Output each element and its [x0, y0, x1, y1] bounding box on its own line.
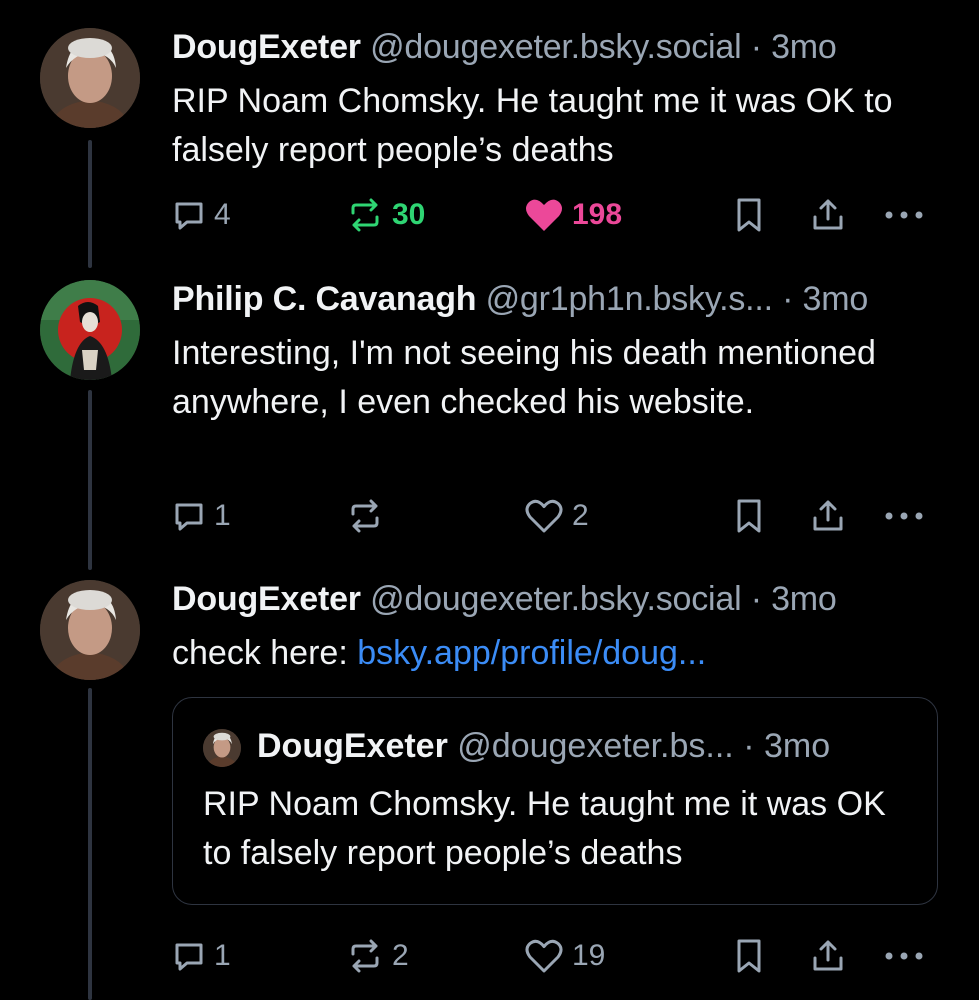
quoted-author-handle[interactable]: @dougexeter.bs...: [457, 727, 733, 765]
like-icon: [524, 938, 564, 974]
more-icon: [884, 210, 924, 220]
quoted-post-text: RIP Noam Chomsky. He taught me it was OK…: [203, 785, 886, 872]
author-name[interactable]: DougExeter: [172, 28, 361, 66]
action-bar: 4 30 198: [172, 195, 939, 235]
bookmark-button[interactable]: [734, 496, 764, 536]
like-icon: [524, 498, 564, 534]
more-icon: [884, 951, 924, 961]
reply-button[interactable]: 4: [172, 195, 231, 235]
repost-count: 30: [392, 198, 426, 231]
share-icon: [810, 938, 846, 974]
avatar[interactable]: [40, 280, 140, 380]
quoted-author-name[interactable]: DougExeter: [257, 727, 448, 765]
reply-count: 1: [214, 499, 231, 532]
author-name[interactable]: DougExeter: [172, 580, 361, 618]
post-text-prefix: check here:: [172, 634, 358, 672]
share-icon: [810, 197, 846, 233]
separator: ·: [750, 28, 762, 66]
like-count: 2: [572, 499, 589, 532]
author-handle[interactable]: @dougexeter.bsky.social: [370, 28, 742, 66]
more-icon: [884, 511, 924, 521]
bookmark-icon: [734, 498, 764, 534]
repost-icon: [346, 198, 384, 232]
quoted-avatar[interactable]: [203, 729, 241, 767]
like-button[interactable]: 198: [524, 195, 622, 235]
quoted-post[interactable]: DougExeter @dougexeter.bs... · 3mo RIP N…: [172, 697, 938, 905]
avatar[interactable]: [40, 28, 140, 128]
separator: ·: [750, 580, 762, 618]
reply-button[interactable]: 1: [172, 936, 231, 976]
repost-icon: [346, 939, 384, 973]
author-handle[interactable]: @dougexeter.bsky.social: [370, 580, 742, 618]
more-button[interactable]: [884, 936, 924, 976]
post-time[interactable]: 3mo: [803, 280, 869, 318]
post-text: RIP Noam Chomsky. He taught me it was OK…: [172, 82, 893, 169]
share-button[interactable]: [810, 496, 846, 536]
like-button[interactable]: 2: [524, 496, 589, 536]
bookmark-button[interactable]: [734, 195, 764, 235]
post-text: check here: bsky.app/profile/doug...: [172, 629, 939, 678]
separator: ·: [782, 280, 794, 318]
post[interactable]: DougExeter @dougexeter.bsky.social · 3mo…: [0, 0, 979, 260]
share-button[interactable]: [810, 195, 846, 235]
like-button[interactable]: 19: [524, 936, 605, 976]
like-icon: [524, 197, 564, 233]
avatar[interactable]: [40, 580, 140, 680]
more-button[interactable]: [884, 496, 924, 536]
repost-icon: [346, 499, 384, 533]
reply-icon: [172, 198, 206, 232]
separator: ·: [743, 727, 755, 765]
post[interactable]: Philip C. Cavanagh @gr1ph1n.bsky.s... · …: [0, 270, 979, 560]
reply-count: 4: [214, 198, 231, 231]
share-icon: [810, 498, 846, 534]
post[interactable]: DougExeter @dougexeter.bsky.social · 3mo…: [0, 570, 979, 1000]
action-bar: 1 2: [172, 496, 939, 536]
repost-button[interactable]: 2: [346, 936, 409, 976]
share-button[interactable]: [810, 936, 846, 976]
like-count: 19: [572, 939, 606, 972]
reply-count: 1: [214, 939, 231, 972]
author-handle[interactable]: @gr1ph1n.bsky.s...: [486, 280, 774, 318]
like-count: 198: [572, 198, 623, 231]
reply-icon: [172, 499, 206, 533]
profile-link[interactable]: bsky.app/profile/doug...: [357, 634, 706, 672]
post-time[interactable]: 3mo: [771, 28, 837, 66]
more-button[interactable]: [884, 195, 924, 235]
reply-icon: [172, 939, 206, 973]
bookmark-button[interactable]: [734, 936, 764, 976]
bookmark-icon: [734, 938, 764, 974]
reply-button[interactable]: 1: [172, 496, 231, 536]
quoted-post-time[interactable]: 3mo: [764, 727, 830, 765]
repost-button[interactable]: [346, 496, 392, 536]
author-name[interactable]: Philip C. Cavanagh: [172, 280, 477, 318]
repost-button[interactable]: 30: [346, 195, 425, 235]
bookmark-icon: [734, 197, 764, 233]
post-time[interactable]: 3mo: [771, 580, 837, 618]
repost-count: 2: [392, 939, 409, 972]
action-bar: 1 2 19: [172, 936, 939, 976]
post-text: Interesting, I'm not seeing his death me…: [172, 334, 876, 421]
